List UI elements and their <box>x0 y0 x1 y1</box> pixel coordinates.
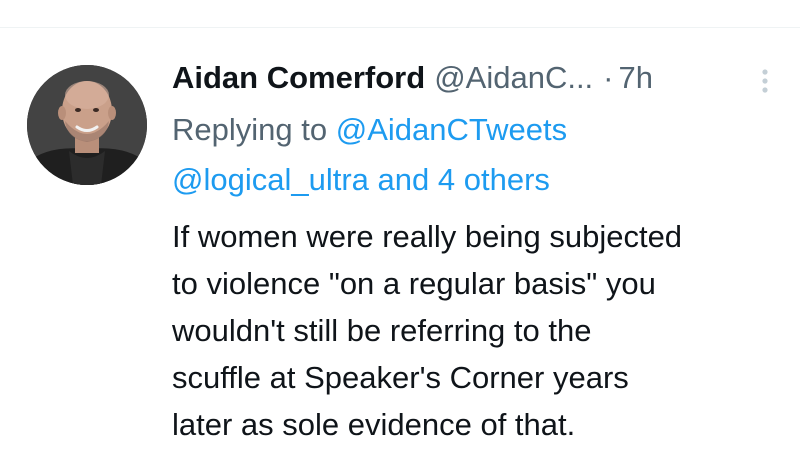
avatar-photo <box>27 65 147 185</box>
others-link[interactable]: 4 others <box>438 162 550 197</box>
tweet-text-line: later as sole evidence of that. <box>172 407 576 442</box>
tweet[interactable]: Aidan Comerford @AidanC... · 7h Replying… <box>0 0 800 461</box>
tweet-text-line: If women were really being subjected <box>172 219 683 254</box>
tweet-text: If women were really being subjected to … <box>172 213 782 448</box>
tweet-timestamp[interactable]: 7h <box>619 56 653 100</box>
avatar[interactable] <box>27 65 147 185</box>
replying-conjunction[interactable]: and <box>378 162 430 197</box>
mention-link[interactable]: @AidanCTweets <box>336 112 567 147</box>
vertical-ellipsis-icon <box>762 69 768 93</box>
tweet-text-line: wouldn't still be referring to the <box>172 313 592 348</box>
replying-prefix: Replying to <box>172 112 328 147</box>
tweet-content: Aidan Comerford @AidanC... · 7h Replying… <box>172 56 782 448</box>
author-display-name[interactable]: Aidan Comerford <box>172 56 425 100</box>
separator-dot: · <box>603 60 614 95</box>
replying-to-line-2: @logical_ultra and 4 others <box>172 156 782 204</box>
tweet-text-line: scuffle at Speaker's Corner years <box>172 360 629 395</box>
replying-to-line: Replying to @AidanCTweets <box>172 106 782 154</box>
more-options-button[interactable] <box>758 64 772 94</box>
tweet-text-line: to violence "on a regular basis" you <box>172 266 656 301</box>
mention-link[interactable]: @logical_ultra <box>172 162 369 197</box>
tweet-header: Aidan Comerford @AidanC... · 7h <box>172 56 782 100</box>
author-handle[interactable]: @AidanC... <box>434 56 593 100</box>
